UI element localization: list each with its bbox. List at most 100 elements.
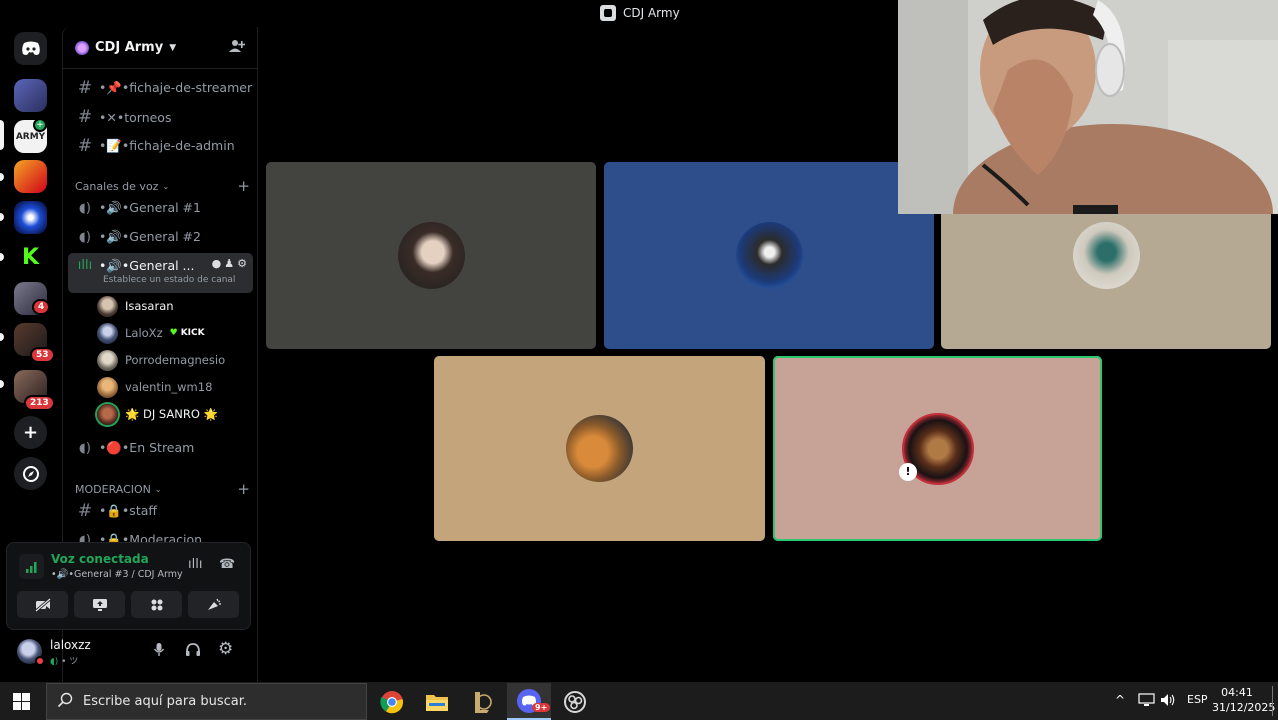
text-channel[interactable]: # •📌•fichaje-de-streamer <box>68 75 253 101</box>
voice-member[interactable]: Porrodemagnesio <box>97 348 225 372</box>
server-header[interactable]: CDJ Army ▼ <box>63 27 257 69</box>
voice-member[interactable]: valentin_wm18 <box>97 375 212 399</box>
text-channel[interactable]: # •📝•fichaje-de-admin <box>68 133 253 159</box>
user-panel: laloxzz ◖) • ツ ⚙ <box>6 630 251 675</box>
taskbar-clock[interactable]: 04:41 31/12/2025 <box>1212 685 1275 715</box>
channel-status-input[interactable]: Establece un estado de canal <box>103 275 235 285</box>
kick-tag: KICK <box>180 328 205 338</box>
user-status: ◖) • ツ <box>50 654 78 667</box>
hash-icon: # <box>77 501 93 521</box>
signal-strength-icon[interactable] <box>19 554 44 579</box>
share-screen-button[interactable] <box>74 591 125 618</box>
channel-label: •🔊•General ... <box>99 258 195 273</box>
speaker-status-icon: ◖) <box>50 657 59 667</box>
mention-badge: 213 <box>24 395 55 411</box>
voice-channel-active[interactable]: ıllı •🔊•General ... Establece un estado … <box>68 253 253 293</box>
search-icon <box>57 692 73 712</box>
speaker-icon: ◖) <box>79 229 91 245</box>
discover-compass-icon[interactable] <box>14 457 47 490</box>
camera-off-button[interactable] <box>17 591 68 618</box>
active-server-pill <box>0 120 4 150</box>
text-channel[interactable]: # •🔒•staff <box>68 498 253 524</box>
chrome-app-icon[interactable] <box>370 683 414 720</box>
dnd-status-icon <box>35 656 45 666</box>
voice-channel[interactable]: ◖) •🔴•En Stream <box>68 435 253 461</box>
gear-icon[interactable]: ⚙ <box>237 257 247 270</box>
member-name: Isasaran <box>125 299 174 313</box>
webcam-overlay <box>898 0 1278 214</box>
microphone-icon[interactable] <box>153 642 165 661</box>
category-label: MODERACION <box>75 482 151 496</box>
discord-taskbar-icon[interactable]: 9+ <box>507 683 551 720</box>
participant-avatar <box>397 222 465 289</box>
server-icon-1[interactable] <box>14 79 47 112</box>
create-channel-plus-icon[interactable]: + <box>237 480 250 498</box>
obs-studio-icon[interactable] <box>553 683 597 720</box>
activities-button[interactable] <box>131 591 182 618</box>
create-channel-plus-icon[interactable]: + <box>237 177 250 195</box>
voice-connected-channel[interactable]: •🔊•General #3 / CDJ Army <box>51 569 183 580</box>
invite-people-icon[interactable] <box>229 39 246 57</box>
participant-tile[interactable] <box>604 162 934 349</box>
voice-member[interactable]: Isasaran <box>97 294 174 318</box>
category-moderacion[interactable]: MODERACION ⌄ + <box>75 480 250 498</box>
add-server-icon[interactable]: + <box>14 416 47 449</box>
server-icon-3[interactable] <box>14 160 47 193</box>
chevron-down-icon[interactable]: ▼ <box>169 43 176 53</box>
chevron-down-icon: ⌄ <box>162 181 170 191</box>
unread-pill <box>0 253 4 261</box>
member-name: LaloXz <box>125 326 163 340</box>
soundboard-button[interactable] <box>188 591 239 618</box>
participant-avatar <box>1072 222 1140 289</box>
network-icon[interactable] <box>1138 693 1155 710</box>
invite-icon[interactable]: ♟ <box>224 257 234 270</box>
voice-member-speaking[interactable]: 🌟 DJ SANRO 🌟 <box>97 402 218 426</box>
voice-active-icon: + <box>33 118 47 132</box>
voice-activity-icon: ıllı <box>77 258 93 273</box>
discord-home-icon[interactable] <box>14 32 47 65</box>
file-explorer-icon[interactable] <box>415 683 459 720</box>
avatar <box>97 322 118 344</box>
input-language[interactable]: ESP <box>1187 693 1208 706</box>
member-name: 🌟 DJ SANRO 🌟 <box>125 407 218 421</box>
unread-pill <box>0 213 4 221</box>
league-of-legends-icon[interactable] <box>460 683 504 720</box>
voice-member[interactable]: LaloXz ♥ KICK <box>97 321 205 345</box>
channel-label: •📌•fichaje-de-streamer <box>99 80 253 95</box>
member-name: Porrodemagnesio <box>125 353 226 367</box>
voice-connected-title[interactable]: Voz conectada <box>51 552 149 566</box>
mention-badge: 4 <box>32 299 51 315</box>
user-settings-gear-icon[interactable]: ⚙ <box>218 639 233 659</box>
noise-suppression-icon[interactable]: ıllı <box>188 557 202 572</box>
kick-badge-icon: ! <box>899 463 917 481</box>
participant-tile[interactable] <box>266 162 596 349</box>
server-icon <box>75 40 89 55</box>
server-icon-4[interactable] <box>14 201 47 234</box>
participant-tile[interactable] <box>434 356 765 541</box>
windows-start-icon[interactable] <box>13 693 30 710</box>
chat-bubble-icon[interactable]: ● <box>212 257 222 270</box>
windows-taskbar: Escribe aquí para buscar. 9+ ^ ESP 04:41… <box>0 682 1278 720</box>
hash-icon: # <box>77 136 93 156</box>
server-name: CDJ Army <box>95 40 164 55</box>
taskbar-search[interactable]: Escribe aquí para buscar. <box>46 683 367 720</box>
headphones-icon[interactable] <box>185 642 201 661</box>
participant-tile-speaking[interactable]: ! <box>773 356 1102 541</box>
voice-channel[interactable]: ◖) •🔊•General #2 <box>68 224 253 250</box>
avatar <box>97 403 118 425</box>
speaker-icon: ◖) <box>79 440 91 456</box>
unread-pill <box>0 173 4 181</box>
category-voice[interactable]: Canales de voz ⌄ + <box>75 177 250 195</box>
member-name: valentin_wm18 <box>125 380 213 394</box>
text-channel[interactable]: # •✕•torneos <box>68 104 253 130</box>
participant-avatar <box>735 222 803 289</box>
disconnect-phone-icon[interactable]: ☎ <box>219 557 235 572</box>
username[interactable]: laloxzz <box>50 638 91 652</box>
show-desktop-button[interactable] <box>1272 686 1273 716</box>
kick-server-icon[interactable]: K <box>14 241 47 274</box>
discord-notification-badge: 9+ <box>532 703 551 712</box>
channel-label: •🔴•En Stream <box>99 440 195 455</box>
chevron-up-icon[interactable]: ^ <box>1115 693 1125 707</box>
voice-channel[interactable]: ◖) •🔊•General #1 <box>68 195 253 221</box>
volume-icon[interactable] <box>1160 693 1177 710</box>
